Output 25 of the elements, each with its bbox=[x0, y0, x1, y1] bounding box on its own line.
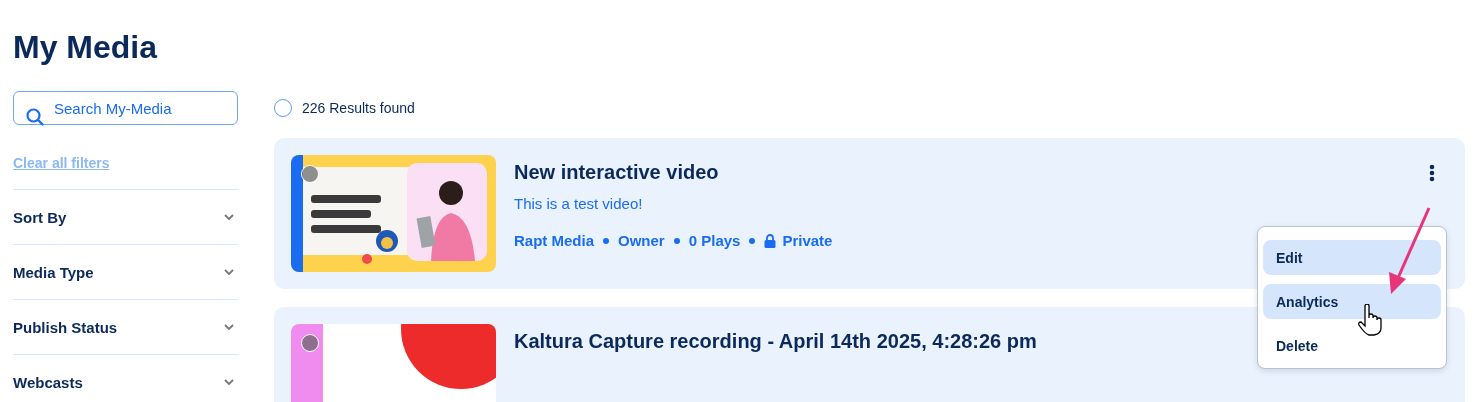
media-meta: Owner bbox=[618, 232, 665, 249]
media-meta: Rapt Media bbox=[514, 232, 594, 249]
filter-dropdown[interactable]: Webcasts bbox=[13, 354, 238, 402]
hand-cursor-icon bbox=[1357, 304, 1383, 336]
menu-item[interactable]: Delete bbox=[1263, 328, 1441, 363]
filter-dropdown[interactable]: Publish Status bbox=[13, 299, 238, 354]
menu-item[interactable]: Analytics bbox=[1263, 284, 1441, 319]
page-title: My Media bbox=[12, 28, 158, 66]
search-icon bbox=[26, 107, 44, 126]
more-options-icon[interactable] bbox=[1429, 164, 1435, 182]
separator-dot bbox=[673, 237, 680, 244]
menu-item[interactable]: Edit bbox=[1263, 240, 1441, 275]
privacy-label: Private bbox=[782, 232, 833, 249]
separator-dot bbox=[603, 237, 609, 244]
results-count: 226 Results found bbox=[302, 100, 415, 116]
select-all-checkbox[interactable] bbox=[274, 99, 292, 117]
lock-icon bbox=[764, 233, 777, 248]
media-description: This is a test video! bbox=[514, 195, 643, 212]
search-field[interactable]: Search My-Media bbox=[13, 91, 238, 125]
media-title[interactable]: New interactive video bbox=[514, 161, 833, 184]
filter-dropdown[interactable]: Media Type bbox=[13, 244, 238, 299]
media-title[interactable]: Kaltura Capture recording - April 14th 2025, 4:28:26 pm bbox=[514, 330, 1037, 353]
separator-dot bbox=[749, 237, 756, 244]
filter-dropdown[interactable]: Sort By bbox=[13, 189, 238, 244]
media-meta: 0 Plays bbox=[688, 232, 741, 249]
